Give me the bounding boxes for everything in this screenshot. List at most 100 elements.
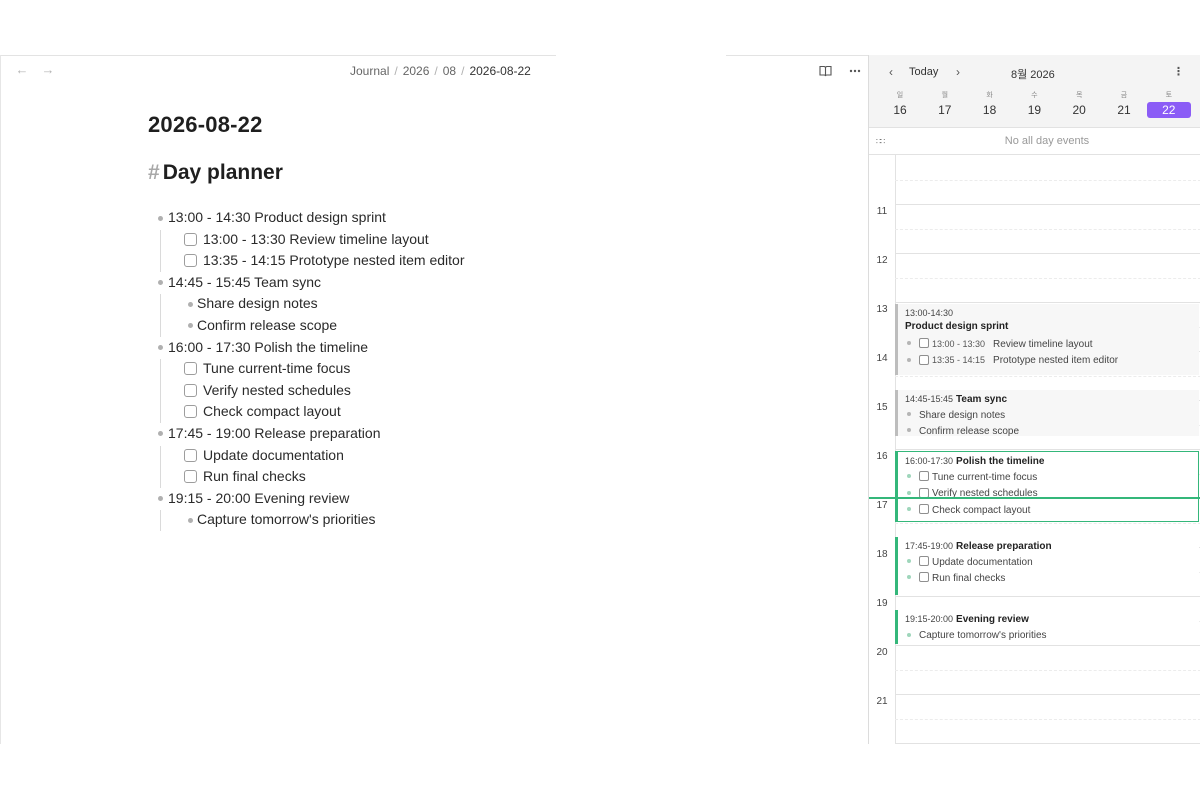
event-task-item[interactable]: Verify nested schedules	[907, 487, 1038, 501]
task-checkbox[interactable]	[184, 362, 197, 376]
task-item[interactable]: Update documentation	[156, 445, 716, 467]
week-day-20[interactable]: 목 20	[1057, 91, 1101, 118]
all-day-empty-text: No all day events	[1004, 135, 1090, 147]
hour-line	[895, 694, 1200, 695]
event-task-item[interactable]: Tune current-time focus	[907, 471, 1037, 485]
event-task-item[interactable]: Check compact layout	[907, 503, 1030, 518]
task-checkbox[interactable]	[919, 572, 929, 583]
task-item[interactable]: Tune current-time focus	[156, 358, 716, 380]
event-item-text: Run final checks	[932, 573, 1006, 585]
note-actions	[817, 63, 863, 79]
task-checkbox[interactable]	[184, 405, 197, 419]
task-checkbox[interactable]	[184, 232, 197, 246]
bullet-icon	[907, 341, 911, 346]
calendar-event[interactable]: 19:15-20:00 Evening review Capture tomorro…	[895, 610, 1199, 644]
outline-item-text: 17:45 - 19:00 Release preparation	[168, 424, 381, 441]
calendar-event[interactable]: 14:45-15:45 Team sync Share design notes Co…	[895, 389, 1199, 436]
hour-label: 19	[876, 598, 888, 609]
task-item[interactable]: Run final checks	[156, 466, 716, 488]
event-title: Evening review	[956, 614, 1029, 626]
indent-guide	[160, 294, 161, 337]
event-bullet-item[interactable]: Share design notes	[907, 409, 1005, 423]
forward-arrow-icon[interactable]: →	[40, 62, 56, 78]
outline-item-text: 13:00 - 14:30 Product design sprint	[168, 209, 386, 225]
bullet-icon[interactable]	[158, 496, 163, 502]
task-checkbox[interactable]	[919, 338, 929, 349]
calendar-event[interactable]: 16:00-17:30 Polish the timeline Tune curre…	[895, 451, 1199, 522]
task-checkbox[interactable]	[184, 254, 197, 268]
task-checkbox[interactable]	[184, 470, 197, 484]
outline-item[interactable]: 19:15 - 20:00 Evening review	[156, 488, 716, 510]
event-bullet-item[interactable]: Confirm release scope	[907, 425, 1019, 436]
bullet-icon[interactable]	[158, 280, 163, 286]
next-week-chevron-icon[interactable]: ›	[952, 65, 964, 79]
event-title: Release preparation	[956, 540, 1052, 552]
task-checkbox[interactable]	[919, 556, 929, 567]
task-checkbox[interactable]	[184, 448, 197, 462]
event-header: 19:15-20:00 Evening review	[905, 614, 1029, 625]
bullet-icon[interactable]	[158, 431, 163, 437]
bullet-icon[interactable]	[188, 323, 193, 329]
breadcrumb-item[interactable]: Journal	[350, 64, 389, 78]
sub-bullet-item[interactable]: Capture tomorrow's priorities	[156, 509, 716, 531]
outline-item[interactable]: 17:45 - 19:00 Release preparation	[156, 423, 716, 445]
sub-bullet-item[interactable]: Confirm release scope	[156, 315, 716, 337]
today-button[interactable]: Today	[909, 66, 938, 78]
breadcrumb-item[interactable]: 08	[443, 64, 456, 78]
task-item[interactable]: 13:35 - 14:15 Prototype nested item edit…	[156, 250, 716, 272]
event-item-text: Share design notes	[919, 409, 1006, 421]
hour-label: 12	[876, 255, 888, 266]
event-task-item[interactable]: Run final checks	[907, 572, 1005, 586]
hour-line	[895, 596, 1200, 597]
event-time: 16:00-17:30	[905, 456, 954, 466]
outline-item-text: 14:45 - 15:45 Team sync	[168, 273, 322, 290]
breadcrumb-item[interactable]: 2026-08-22	[469, 64, 530, 78]
calendar-event[interactable]: 13:00-14:30 Product design sprint 13:00 - …	[895, 304, 1199, 375]
outline-item[interactable]: 13:00 - 14:30 Product design sprint	[156, 207, 716, 229]
week-day-18[interactable]: 화 18	[968, 91, 1012, 118]
event-task-item[interactable]: Update documentation	[907, 556, 1033, 570]
event-task-item[interactable]: 13:00 - 13:30 Review timeline layout	[907, 337, 1093, 351]
event-task-item[interactable]: 13:35 - 14:15 Prototype nested item edito…	[907, 353, 1118, 367]
calendar-menu-icon[interactable]: ⋮	[1173, 65, 1184, 78]
previous-week-chevron-icon[interactable]: ‹	[885, 65, 897, 79]
outline-item[interactable]: 16:00 - 17:30 Polish the timeline	[156, 337, 716, 359]
half-hour-line	[895, 179, 1200, 181]
outline-item[interactable]: 14:45 - 15:45 Team sync	[156, 272, 716, 294]
event-bullet-item[interactable]: Capture tomorrow's priorities	[907, 629, 1047, 643]
bullet-icon	[907, 428, 911, 433]
week-day-19[interactable]: 수 19	[1012, 91, 1056, 118]
section-heading[interactable]: # Day planner	[148, 161, 283, 185]
task-checkbox[interactable]	[919, 471, 929, 482]
task-item[interactable]: Verify nested schedules	[156, 380, 716, 402]
sub-bullet-item[interactable]: Share design notes	[156, 293, 716, 315]
reading-view-icon[interactable]	[817, 63, 833, 79]
task-checkbox[interactable]	[919, 354, 929, 365]
note-title[interactable]: 2026-08-22	[148, 112, 263, 138]
task-checkbox[interactable]	[184, 383, 197, 397]
bullet-icon[interactable]	[188, 517, 193, 523]
hour-label: 18	[876, 549, 888, 560]
task-item[interactable]: 13:00 - 13:30 Review timeline layout	[156, 229, 716, 251]
back-arrow-icon[interactable]: ←	[14, 62, 30, 78]
breadcrumb: Journal / 2026 / 08 / 2026-08-22	[350, 64, 531, 78]
calendar-event[interactable]: 17:45-19:00 Release preparation Update doc…	[895, 536, 1199, 595]
hour-line	[895, 743, 1200, 744]
task-time: 13:35 - 14:15	[932, 355, 986, 366]
breadcrumb-item[interactable]: 2026	[403, 64, 430, 78]
bullet-icon	[907, 559, 911, 564]
event-header: 14:45-15:45 Team sync	[905, 394, 1007, 405]
week-day-17[interactable]: 월 17	[923, 91, 967, 118]
indent-guide	[160, 445, 161, 488]
bullet-icon[interactable]	[158, 345, 163, 351]
bullet-icon[interactable]	[158, 215, 163, 221]
time-grid[interactable]: 11121314151617181920212213:00-14:30Produ…	[869, 155, 1200, 744]
weekday-label: 수	[1031, 92, 1038, 99]
bullet-icon[interactable]	[188, 301, 193, 307]
week-day-21[interactable]: 금 21	[1102, 91, 1146, 118]
task-checkbox[interactable]	[919, 503, 929, 514]
task-item[interactable]: Check compact layout	[156, 401, 716, 423]
week-day-16[interactable]: 일 16	[878, 91, 922, 118]
more-options-icon[interactable]	[847, 63, 863, 79]
week-day-22[interactable]: 토 22	[1146, 91, 1191, 118]
